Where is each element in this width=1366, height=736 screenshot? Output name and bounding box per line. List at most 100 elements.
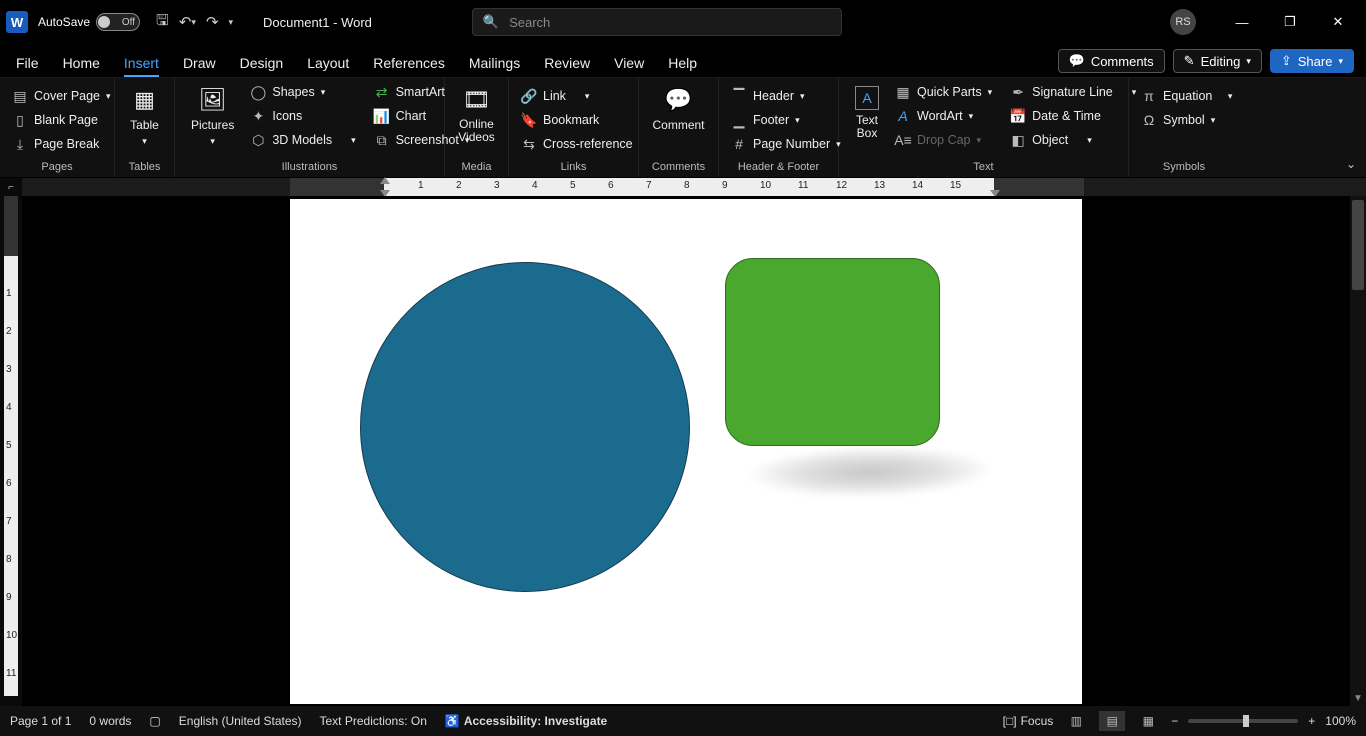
- quick-parts-icon: ▦: [895, 84, 911, 100]
- icons-icon: ✦: [250, 108, 266, 124]
- status-predictions[interactable]: Text Predictions: On: [320, 714, 427, 728]
- focus-icon: [□]: [1003, 714, 1017, 728]
- cover-page-button[interactable]: ▤Cover Page▾: [8, 86, 115, 106]
- page-number-icon: #: [731, 136, 747, 152]
- read-mode-button[interactable]: ▥: [1063, 711, 1089, 731]
- shape-oval[interactable]: [360, 262, 690, 592]
- object-button[interactable]: ◧Object ▾: [1006, 130, 1140, 150]
- tab-insert[interactable]: Insert: [124, 55, 159, 77]
- ruler-number: 2: [456, 180, 462, 191]
- footer-button[interactable]: ▁Footer▾: [727, 110, 845, 130]
- autosave-control[interactable]: AutoSave Off: [38, 13, 140, 31]
- status-accessibility[interactable]: ♿Accessibility: Investigate: [445, 714, 607, 728]
- redo-button[interactable]: ↷: [206, 13, 219, 31]
- qat-customize-button[interactable]: ▾: [229, 17, 234, 28]
- shapes-button[interactable]: ◯Shapes▾: [246, 82, 359, 102]
- ribbon: ▤Cover Page▾ ▯Blank Page ⤓Page Break Pag…: [0, 78, 1366, 178]
- link-icon: 🔗: [521, 88, 537, 104]
- tab-mailings[interactable]: Mailings: [469, 55, 520, 77]
- shape-rounded-rectangle[interactable]: [725, 258, 940, 446]
- 3d-models-button[interactable]: ⬡3D Models ▾: [246, 130, 359, 150]
- table-button[interactable]: ▦ Table ▾: [122, 82, 167, 151]
- tab-view[interactable]: View: [614, 55, 644, 77]
- text-box-button[interactable]: A Text Box: [847, 82, 887, 144]
- zoom-level[interactable]: 100%: [1325, 714, 1356, 728]
- equation-button[interactable]: πEquation ▾: [1137, 86, 1236, 106]
- tab-help[interactable]: Help: [668, 55, 697, 77]
- editing-mode-button[interactable]: ✎Editing▾: [1173, 49, 1262, 73]
- tab-file[interactable]: File: [16, 55, 39, 77]
- tab-references[interactable]: References: [373, 55, 445, 77]
- document-page[interactable]: [290, 199, 1082, 704]
- quick-access-toolbar: 🖫 ↶▾ ↷ ▾: [156, 10, 233, 35]
- drop-cap-icon: A≡: [895, 132, 911, 148]
- share-button[interactable]: ⇪Share▾: [1270, 49, 1354, 73]
- status-page[interactable]: Page 1 of 1: [10, 714, 71, 728]
- web-layout-button[interactable]: ▦: [1135, 711, 1161, 731]
- search-placeholder: Search: [509, 15, 550, 30]
- tab-draw[interactable]: Draw: [183, 55, 216, 77]
- drop-cap-button[interactable]: A≡Drop Cap▾: [891, 130, 996, 150]
- signature-line-button[interactable]: ✒Signature Line ▾: [1006, 82, 1140, 102]
- collapse-ribbon-button[interactable]: ⌄: [1346, 157, 1356, 171]
- vertical-ruler[interactable]: 1234567891011: [0, 196, 22, 706]
- tab-review[interactable]: Review: [544, 55, 590, 77]
- restore-button[interactable]: ❐: [1268, 7, 1312, 37]
- autosave-toggle[interactable]: Off: [96, 13, 140, 31]
- focus-mode-button[interactable]: [□]Focus: [1003, 714, 1054, 728]
- page-break-button[interactable]: ⤓Page Break: [8, 134, 115, 154]
- zoom-out-button[interactable]: −: [1171, 714, 1178, 728]
- spell-check-icon[interactable]: ▢: [149, 714, 160, 728]
- cross-reference-button[interactable]: ⇆Cross-reference: [517, 134, 637, 154]
- pictures-button[interactable]: 🖼 Pictures ▾: [183, 82, 242, 151]
- save-icon[interactable]: 🖫: [156, 10, 169, 35]
- vertical-scrollbar[interactable]: ▲ ▼: [1350, 196, 1366, 706]
- ruler-number: 12: [836, 180, 847, 191]
- vruler-number: 6: [6, 478, 12, 489]
- comments-button[interactable]: 💬Comments: [1058, 49, 1165, 73]
- status-words[interactable]: 0 words: [89, 714, 131, 728]
- search-box[interactable]: 🔍 Search: [472, 8, 842, 36]
- link-button[interactable]: 🔗Link ▾: [517, 86, 637, 106]
- table-icon: ▦: [131, 86, 159, 114]
- online-videos-button[interactable]: 🎞 Online Videos: [450, 82, 502, 148]
- zoom-slider[interactable]: [1188, 719, 1298, 723]
- first-line-indent-marker[interactable]: [380, 177, 390, 184]
- symbol-button[interactable]: ΩSymbol▾: [1137, 110, 1236, 130]
- minimize-button[interactable]: —: [1220, 7, 1264, 37]
- wordart-button[interactable]: AWordArt▾: [891, 106, 996, 126]
- comment-button[interactable]: 💬 Comment: [645, 82, 713, 136]
- chart-icon: 📊: [374, 108, 390, 124]
- scrollbar-thumb[interactable]: [1352, 200, 1364, 290]
- ruler-number: 9: [722, 180, 728, 191]
- user-avatar[interactable]: RS: [1170, 9, 1196, 35]
- group-media: 🎞 Online Videos Media: [445, 78, 509, 177]
- print-layout-button[interactable]: ▤: [1099, 711, 1125, 731]
- undo-button[interactable]: ↶▾: [179, 13, 196, 31]
- page-number-button[interactable]: #Page Number▾: [727, 134, 845, 154]
- vruler-number: 1: [6, 288, 12, 299]
- ruler-number: 1: [418, 180, 424, 191]
- icons-button[interactable]: ✦Icons: [246, 106, 359, 126]
- tab-design[interactable]: Design: [240, 55, 284, 77]
- word-app-icon: W: [6, 11, 28, 33]
- horizontal-ruler[interactable]: 123456789101112131415: [22, 178, 1366, 196]
- blank-page-button[interactable]: ▯Blank Page: [8, 110, 115, 130]
- tab-home[interactable]: Home: [63, 55, 100, 77]
- cover-page-icon: ▤: [12, 88, 28, 104]
- zoom-in-button[interactable]: +: [1308, 714, 1315, 728]
- title-bar: W AutoSave Off 🖫 ↶▾ ↷ ▾ Document1 - Word…: [0, 0, 1366, 44]
- blank-page-icon: ▯: [12, 112, 28, 128]
- close-button[interactable]: ✕: [1316, 7, 1360, 37]
- quick-parts-button[interactable]: ▦Quick Parts▾: [891, 82, 996, 102]
- tab-layout[interactable]: Layout: [307, 55, 349, 77]
- header-button[interactable]: ▔Header▾: [727, 86, 845, 106]
- accessibility-icon: ♿: [445, 714, 460, 728]
- ruler-number: 11: [798, 180, 808, 191]
- status-language[interactable]: English (United States): [179, 714, 302, 728]
- bookmark-button[interactable]: 🔖Bookmark: [517, 110, 637, 130]
- date-time-button[interactable]: 📅Date & Time: [1006, 106, 1140, 126]
- ruler-number: 5: [570, 180, 576, 191]
- bookmark-icon: 🔖: [521, 112, 537, 128]
- vruler-number: 11: [6, 668, 16, 679]
